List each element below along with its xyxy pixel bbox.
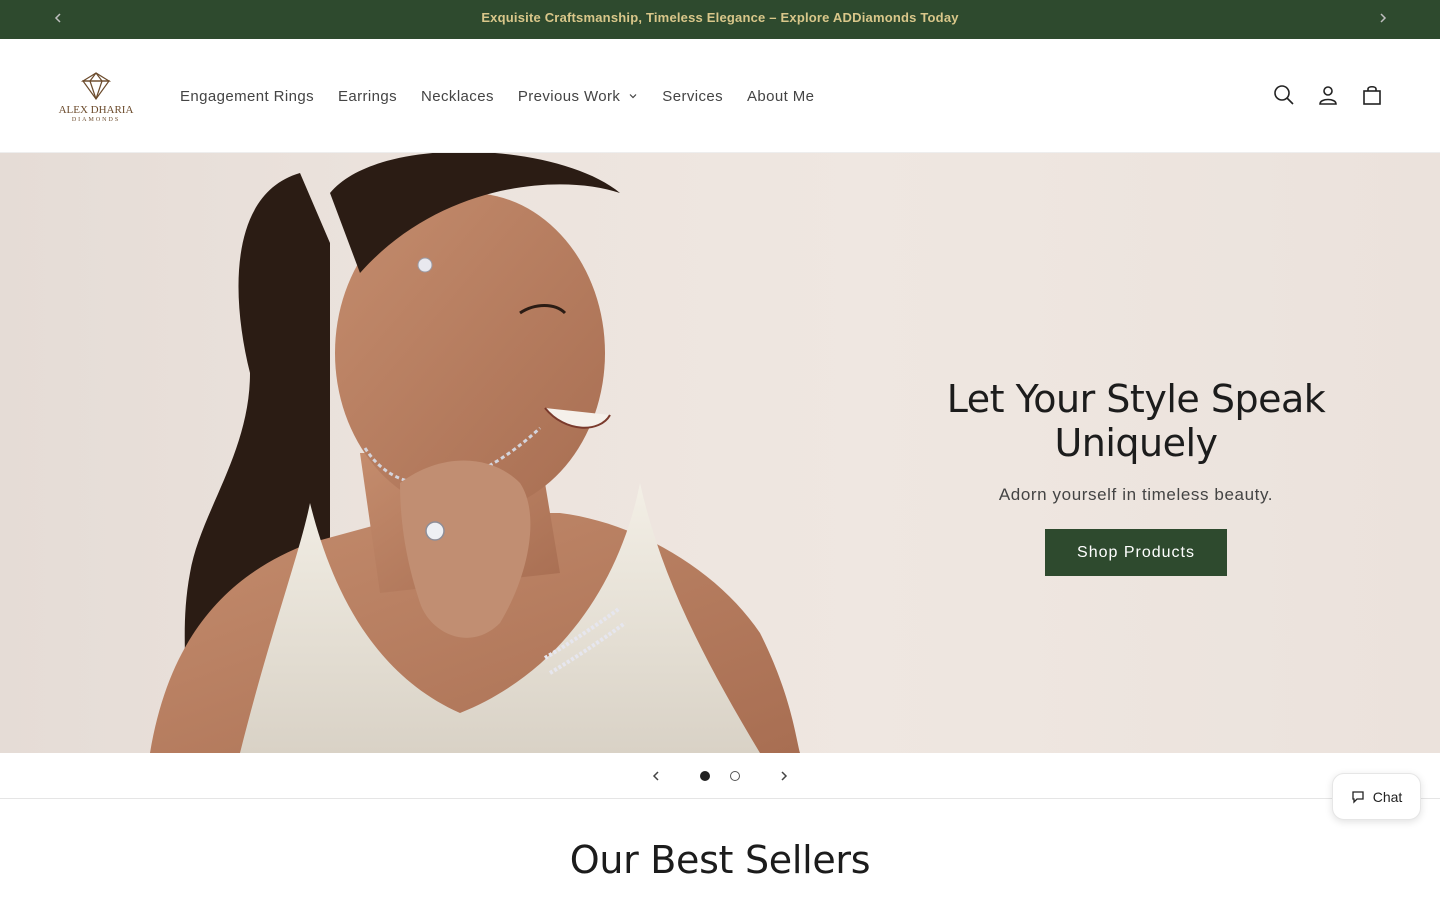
announcement-bar: Exquisite Craftsmanship, Timeless Elegan…: [0, 0, 1440, 39]
nav-label: Previous Work: [517, 87, 621, 105]
nav-services[interactable]: Services: [650, 85, 735, 107]
nav-label: About Me: [747, 87, 815, 105]
cart-icon[interactable]: [1360, 83, 1384, 107]
logo-text: ALEX DHARIA: [59, 104, 134, 116]
main-nav: Engagement Rings Earrings Necklaces Prev…: [168, 85, 826, 107]
chevron-right-icon[interactable]: [775, 767, 793, 785]
hero-image: [150, 153, 800, 753]
best-sellers-title: Our Best Sellers: [569, 838, 871, 882]
nav-earrings[interactable]: Earrings: [326, 85, 409, 107]
slide-dot-2[interactable]: [730, 771, 740, 781]
hero-banner: Let Your Style Speak Uniquely Adorn your…: [0, 153, 1440, 753]
slide-dot-1[interactable]: [700, 771, 710, 781]
announcement-text[interactable]: Exquisite Craftsmanship, Timeless Elegan…: [0, 10, 1440, 25]
hero-title: Let Your Style Speak Uniquely: [946, 377, 1326, 465]
chat-button[interactable]: Chat: [1332, 773, 1421, 820]
chevron-right-icon[interactable]: [1373, 8, 1393, 28]
shop-products-button[interactable]: Shop Products: [1045, 529, 1227, 576]
nav-about-me[interactable]: About Me: [735, 85, 826, 107]
nav-label: Services: [662, 87, 724, 105]
chat-label: Chat: [1372, 788, 1403, 805]
hero-content: Let Your Style Speak Uniquely Adorn your…: [860, 377, 1412, 576]
nav-label: Necklaces: [421, 87, 494, 105]
account-icon[interactable]: [1316, 83, 1340, 107]
nav-label: Engagement Rings: [180, 87, 314, 105]
nav-previous-work[interactable]: Previous Work: [506, 85, 650, 107]
hero-subtitle: Adorn yourself in timeless beauty.: [998, 485, 1274, 504]
search-icon[interactable]: [1272, 83, 1296, 107]
chevron-left-icon[interactable]: [647, 767, 665, 785]
header-icons: [1272, 83, 1384, 107]
slider-controls: [0, 753, 1440, 799]
chat-icon: [1352, 790, 1364, 804]
chevron-down-icon: [629, 94, 637, 99]
site-header: ALEX DHARIA DIAMONDS Engagement Rings Ea…: [0, 39, 1440, 153]
nav-label: Earrings: [337, 87, 398, 105]
nav-necklaces[interactable]: Necklaces: [409, 85, 506, 107]
nav-engagement-rings[interactable]: Engagement Rings: [168, 85, 326, 107]
logo[interactable]: ALEX DHARIA DIAMONDS: [54, 71, 138, 123]
logo-subtext: DIAMONDS: [72, 117, 120, 123]
